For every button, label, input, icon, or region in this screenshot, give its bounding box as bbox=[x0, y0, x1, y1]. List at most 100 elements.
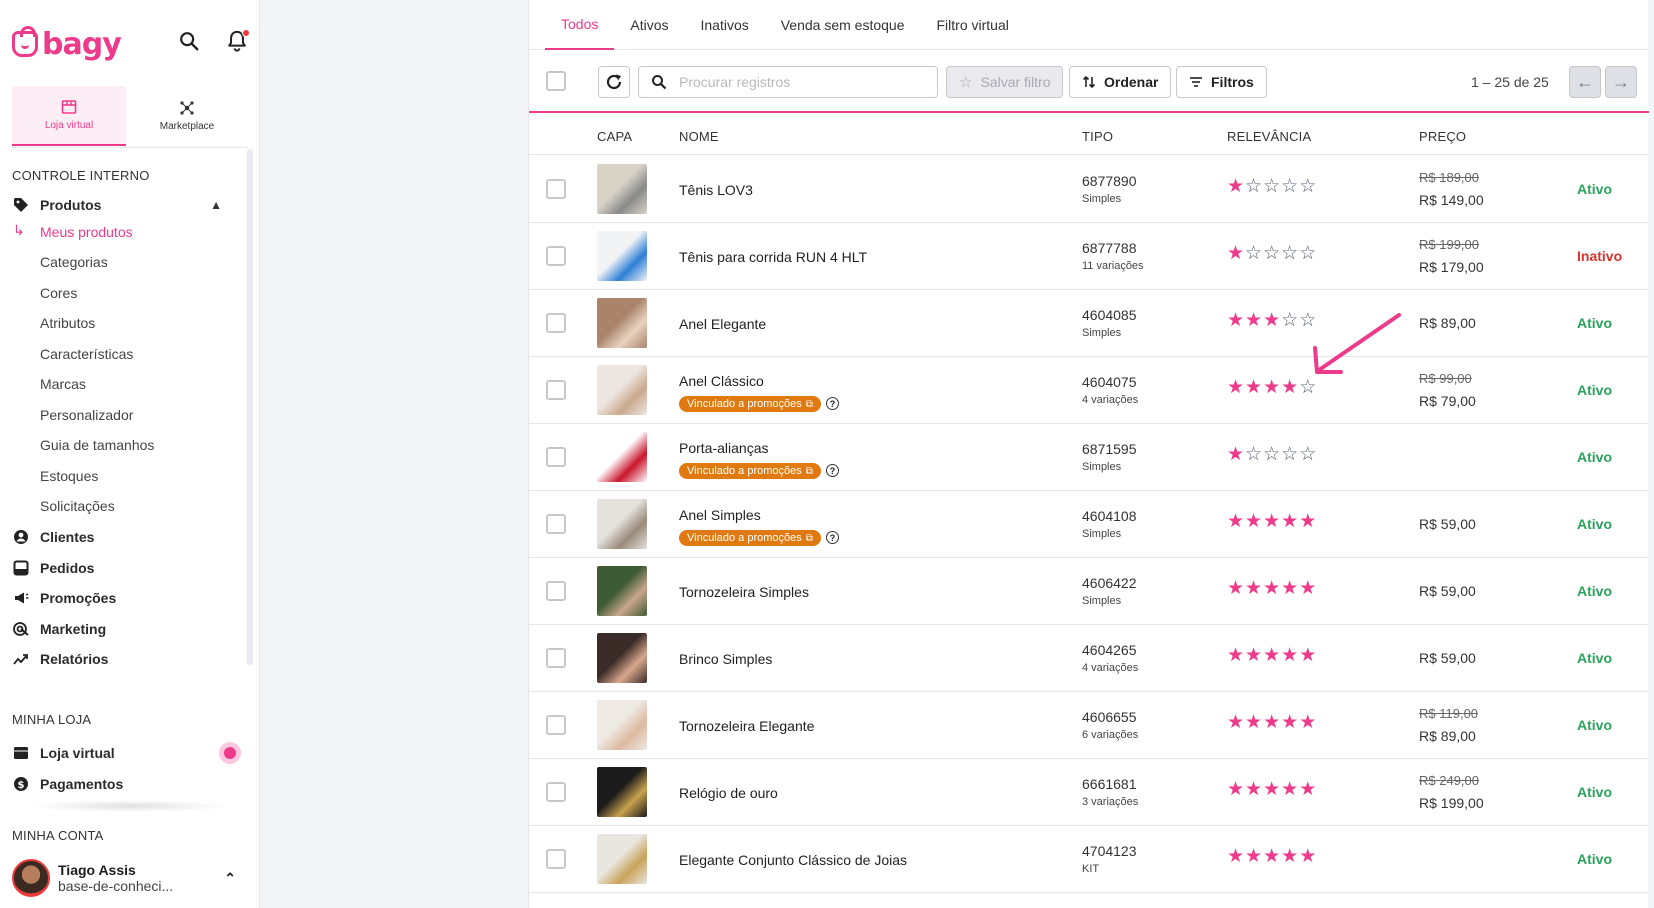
user-profile[interactable]: Tiago Assis base-de-conheci... ⌃ bbox=[12, 858, 248, 898]
star-filled-icon[interactable]: ★ bbox=[1245, 378, 1262, 398]
search-input[interactable] bbox=[679, 74, 919, 90]
relevance-stars[interactable]: ★ ☆ ☆ ☆ ☆ bbox=[1227, 445, 1316, 465]
tab-ativos[interactable]: Ativos bbox=[614, 0, 684, 50]
relevance-stars[interactable]: ★ ☆ ☆ ☆ ☆ bbox=[1227, 244, 1316, 264]
product-name[interactable]: Tornozeleira Elegante bbox=[679, 718, 814, 734]
table-row[interactable]: Tornozeleira Elegante 4606655 6 variações ★… bbox=[529, 692, 1649, 759]
star-empty-icon[interactable]: ☆ bbox=[1281, 445, 1298, 465]
chevron-up-icon[interactable]: ▲ bbox=[210, 198, 222, 212]
star-filled-icon[interactable]: ★ bbox=[1227, 177, 1244, 197]
sidebar-scrollbar[interactable] bbox=[247, 149, 253, 665]
status-badge[interactable]: Ativo bbox=[1577, 583, 1612, 599]
table-row[interactable]: Porta-alianças Vinculado a promoções ⧉? 687… bbox=[529, 424, 1649, 491]
promo-badge[interactable]: Vinculado a promoções ⧉ bbox=[679, 530, 821, 546]
star-filled-icon[interactable]: ★ bbox=[1281, 713, 1298, 733]
sidebar-item-pagamentos[interactable]: $ Pagamentos bbox=[12, 771, 238, 797]
star-empty-icon[interactable]: ☆ bbox=[1245, 445, 1262, 465]
row-checkbox[interactable] bbox=[546, 514, 566, 534]
star-filled-icon[interactable]: ★ bbox=[1245, 780, 1262, 800]
relevance-stars[interactable]: ★ ★ ★ ★ ☆ bbox=[1227, 378, 1316, 398]
star-filled-icon[interactable]: ★ bbox=[1263, 512, 1280, 532]
sidebar-item-relatorios[interactable]: Relatórios bbox=[12, 646, 238, 672]
product-thumbnail[interactable] bbox=[597, 834, 647, 884]
status-badge[interactable]: Ativo bbox=[1577, 382, 1612, 398]
product-thumbnail[interactable] bbox=[597, 298, 647, 348]
sidebar-item-pedidos[interactable]: Pedidos bbox=[12, 555, 238, 581]
prev-page-button[interactable]: ← bbox=[1569, 66, 1601, 98]
filters-button[interactable]: Filtros bbox=[1176, 66, 1267, 98]
star-filled-icon[interactable]: ★ bbox=[1263, 646, 1280, 666]
help-circle-icon[interactable]: ? bbox=[826, 397, 839, 410]
star-empty-icon[interactable]: ☆ bbox=[1245, 244, 1262, 264]
star-empty-icon[interactable]: ☆ bbox=[1299, 445, 1316, 465]
status-badge[interactable]: Ativo bbox=[1577, 449, 1612, 465]
sidebar-item-produtos[interactable]: Produtos ▲ bbox=[12, 192, 238, 218]
product-thumbnail[interactable] bbox=[597, 231, 647, 281]
relevance-stars[interactable]: ★ ★ ★ ☆ ☆ bbox=[1227, 311, 1316, 331]
star-filled-icon[interactable]: ★ bbox=[1299, 646, 1316, 666]
promo-badge[interactable]: Vinculado a promoções ⧉ bbox=[679, 463, 821, 479]
product-name[interactable]: Elegante Conjunto Clássico de Joias bbox=[679, 852, 907, 868]
sidebar-subitem-solicitacoes[interactable]: Solicitações bbox=[40, 498, 115, 514]
status-badge[interactable]: Ativo bbox=[1577, 516, 1612, 532]
table-row[interactable]: Anel Elegante 4604085 Simples ★ ★ ★ ☆ ☆ R$ 89,00… bbox=[529, 290, 1649, 357]
star-filled-icon[interactable]: ★ bbox=[1281, 579, 1298, 599]
star-empty-icon[interactable]: ☆ bbox=[1299, 177, 1316, 197]
relevance-stars[interactable]: ★ ★ ★ ★ ★ bbox=[1227, 713, 1316, 733]
star-filled-icon[interactable]: ★ bbox=[1299, 512, 1316, 532]
table-row[interactable]: Brinco Simples 4604265 4 variações ★ ★ ★ ★ ★ R$ … bbox=[529, 625, 1649, 692]
product-thumbnail[interactable] bbox=[597, 432, 647, 482]
chevron-up-icon[interactable]: ⌃ bbox=[224, 870, 236, 887]
sidebar-subitem-atributos[interactable]: Atributos bbox=[40, 315, 95, 331]
sidebar-item-marketing[interactable]: Marketing bbox=[12, 616, 238, 642]
sidebar-subitem-guia-de-tamanhos[interactable]: Guia de tamanhos bbox=[40, 437, 154, 453]
star-filled-icon[interactable]: ★ bbox=[1263, 579, 1280, 599]
notification-bell-icon[interactable] bbox=[224, 28, 250, 54]
status-badge[interactable]: Ativo bbox=[1577, 717, 1612, 733]
star-filled-icon[interactable]: ★ bbox=[1227, 378, 1244, 398]
row-checkbox[interactable] bbox=[546, 380, 566, 400]
table-row[interactable]: Tornozeleira Simples 4606422 Simples ★ ★ ★ ★ ★ R… bbox=[529, 558, 1649, 625]
sidebar-subitem-cores[interactable]: Cores bbox=[40, 285, 77, 301]
star-empty-icon[interactable]: ☆ bbox=[1245, 177, 1262, 197]
product-thumbnail[interactable] bbox=[597, 767, 647, 817]
sidebar-subitem-personalizador[interactable]: Personalizador bbox=[40, 407, 133, 423]
star-filled-icon[interactable]: ★ bbox=[1281, 780, 1298, 800]
product-name[interactable]: Anel Clássico bbox=[679, 373, 764, 389]
help-circle-icon[interactable]: ? bbox=[826, 531, 839, 544]
star-empty-icon[interactable]: ☆ bbox=[1281, 244, 1298, 264]
star-filled-icon[interactable]: ★ bbox=[1227, 311, 1244, 331]
star-filled-icon[interactable]: ★ bbox=[1299, 847, 1316, 867]
product-name[interactable]: Anel Elegante bbox=[679, 316, 766, 332]
star-filled-icon[interactable]: ★ bbox=[1245, 646, 1262, 666]
table-row[interactable]: Elegante Conjunto Clássico de Joias 47041… bbox=[529, 826, 1649, 893]
row-checkbox[interactable] bbox=[546, 581, 566, 601]
star-filled-icon[interactable]: ★ bbox=[1245, 713, 1262, 733]
sidebar-subitem-estoques[interactable]: Estoques bbox=[40, 468, 98, 484]
star-filled-icon[interactable]: ★ bbox=[1227, 579, 1244, 599]
relevance-stars[interactable]: ★ ★ ★ ★ ★ bbox=[1227, 512, 1316, 532]
star-filled-icon[interactable]: ★ bbox=[1299, 780, 1316, 800]
product-thumbnail[interactable] bbox=[597, 499, 647, 549]
star-empty-icon[interactable]: ☆ bbox=[1263, 177, 1280, 197]
product-name[interactable]: Porta-alianças bbox=[679, 440, 769, 456]
tab-filtro-virtual[interactable]: Filtro virtual bbox=[921, 0, 1025, 50]
table-row[interactable]: Tênis LOV3 6877890 Simples ★ ☆ ☆ ☆ ☆ R$ 189,00 R$… bbox=[529, 156, 1649, 223]
star-filled-icon[interactable]: ★ bbox=[1227, 780, 1244, 800]
star-filled-icon[interactable]: ★ bbox=[1227, 445, 1244, 465]
row-checkbox[interactable] bbox=[546, 648, 566, 668]
refresh-button[interactable] bbox=[598, 66, 630, 98]
star-filled-icon[interactable]: ★ bbox=[1227, 713, 1244, 733]
sort-button[interactable]: Ordenar bbox=[1069, 66, 1172, 98]
sidebar-subitem-categorias[interactable]: Categorias bbox=[40, 254, 108, 270]
help-circle-icon[interactable]: ? bbox=[826, 464, 839, 477]
tab-todos[interactable]: Todos bbox=[545, 0, 615, 50]
table-row[interactable]: Anel Simples Vinculado a promoções ⧉? 46041… bbox=[529, 491, 1649, 558]
sidebar-item-promocoes[interactable]: Promoções bbox=[12, 585, 238, 611]
star-empty-icon[interactable]: ☆ bbox=[1281, 177, 1298, 197]
status-badge[interactable]: Inativo bbox=[1577, 248, 1622, 264]
table-row[interactable]: Anel Clássico Vinculado a promoções ⧉? 4604… bbox=[529, 357, 1649, 424]
product-name[interactable]: Anel Simples bbox=[679, 507, 761, 523]
star-filled-icon[interactable]: ★ bbox=[1281, 847, 1298, 867]
status-badge[interactable]: Ativo bbox=[1577, 650, 1612, 666]
